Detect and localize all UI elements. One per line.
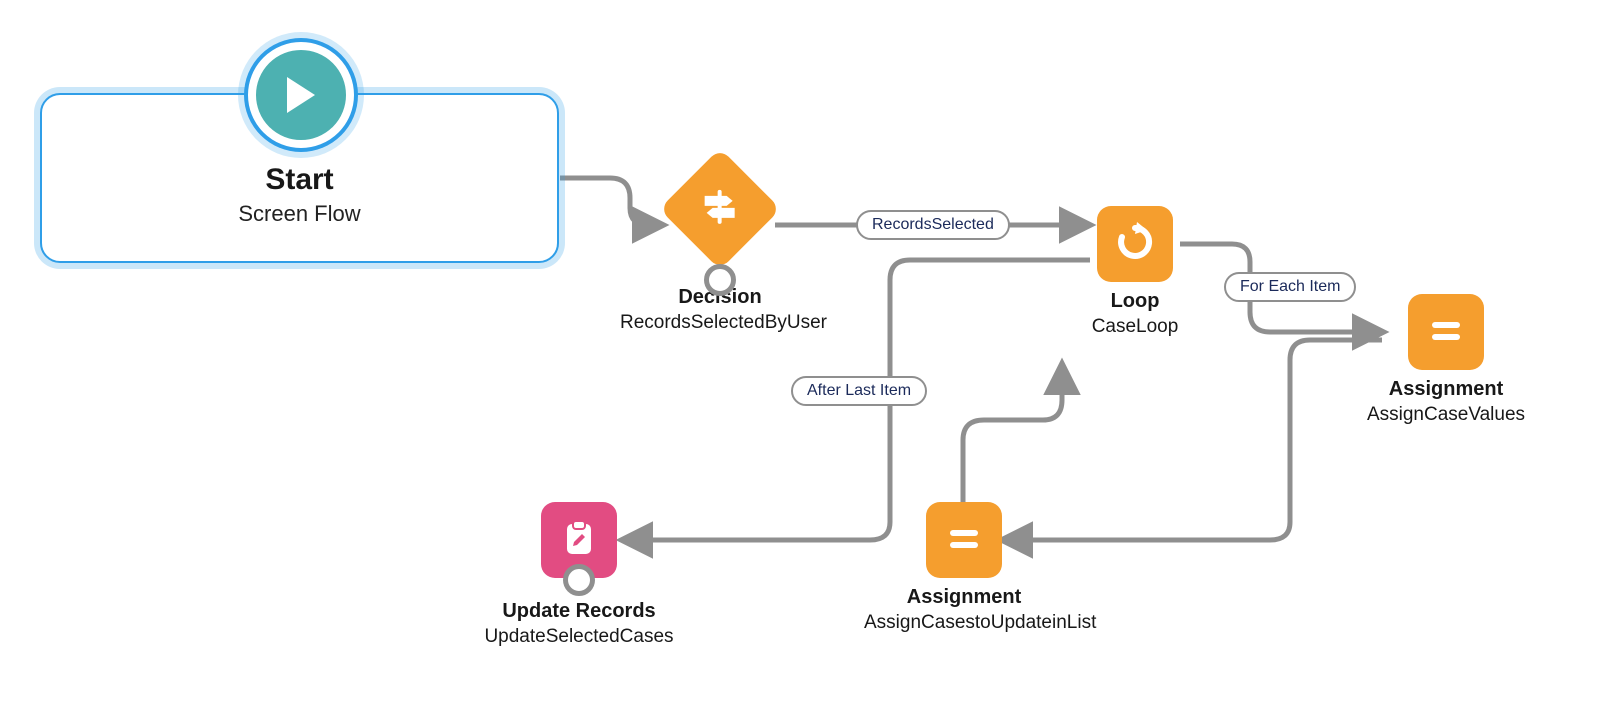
decision-node[interactable]: Decision RecordsSelectedByUser (620, 166, 820, 336)
signpost-icon (697, 184, 743, 235)
start-title: Start (265, 163, 333, 197)
connector-label-for-each: For Each Item (1224, 272, 1356, 302)
update-title: Update Records (479, 600, 679, 623)
assignment2-subtitle: AssignCasestoUpdateinList (864, 611, 1064, 636)
update-subtitle: UpdateSelectedCases (479, 625, 679, 650)
update-records-node[interactable]: Update Records UpdateSelectedCases (479, 502, 679, 650)
assignment2-title: Assignment (864, 586, 1064, 609)
assignment-case-values-node[interactable]: Assignment AssignCaseValues (1346, 294, 1546, 428)
decision-diamond (659, 148, 781, 270)
play-icon[interactable] (248, 42, 354, 148)
start-subtitle: Screen Flow (238, 201, 360, 227)
fault-connector-handle[interactable] (704, 264, 736, 296)
loop-node[interactable]: Loop CaseLoop (1055, 206, 1215, 340)
decision-subtitle: RecordsSelectedByUser (620, 311, 820, 336)
loop-subtitle: CaseLoop (1055, 315, 1215, 340)
assignment1-title: Assignment (1346, 378, 1546, 401)
assignment-square (1408, 294, 1484, 370)
assignment-cases-to-update-node[interactable]: Assignment AssignCasestoUpdateinList (864, 502, 1064, 636)
fault-connector-handle-update[interactable] (563, 564, 595, 596)
clipboard-edit-icon (557, 516, 601, 565)
loop-title: Loop (1055, 290, 1215, 313)
loop-icon (1113, 220, 1157, 269)
loop-square (1097, 206, 1173, 282)
flow-canvas: RecordsSelected For Each Item After Last… (0, 0, 1600, 703)
assignment1-subtitle: AssignCaseValues (1346, 403, 1546, 428)
assignment-square-2 (926, 502, 1002, 578)
equals-icon (942, 516, 986, 565)
connector-label-records-selected: RecordsSelected (856, 210, 1010, 240)
connector-label-after-last: After Last Item (791, 376, 927, 406)
equals-icon (1424, 308, 1468, 357)
